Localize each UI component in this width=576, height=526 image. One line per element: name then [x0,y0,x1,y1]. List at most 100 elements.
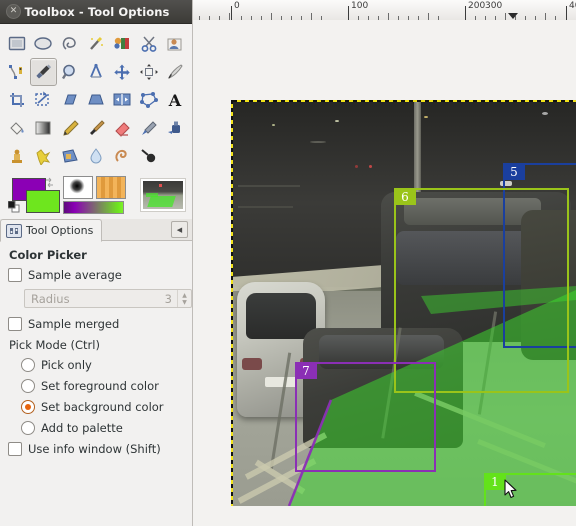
ink-tool[interactable] [162,58,188,86]
use-info-window-checkbox[interactable] [8,442,22,456]
ruler-position-marker [508,13,518,19]
text-tool[interactable]: A [162,86,188,114]
canvas-area: 0 100 200 300 4 5 6 7 1 [193,0,576,526]
toolbox-dock: ✕ Toolbox - Tool Options A Tool Options … [0,0,193,526]
free-select-tool[interactable] [57,30,83,58]
radius-label: Radius [31,291,70,306]
use-info-window-row[interactable]: Use info window (Shift) [8,442,184,456]
zoom-tool[interactable] [57,58,83,86]
sample-merged-label: Sample merged [28,317,120,331]
radius-value: 3 [164,291,172,306]
airbrush-tool[interactable] [135,114,161,142]
ruler-label-300: 300 [485,1,503,11]
pick-mode-option-set-background[interactable]: Set background color [21,400,184,414]
sample-average-row[interactable]: Sample average [8,268,184,282]
radio-pick-only-label: Pick only [41,358,92,372]
tab-tool-options[interactable]: Tool Options [0,219,103,242]
brush-indicator[interactable] [62,176,93,199]
pick-mode-label: Pick Mode (Ctrl) [9,338,100,352]
paths-tool[interactable] [4,58,30,86]
color-and-indicator-area [0,172,192,216]
sample-merged-checkbox[interactable] [8,317,22,331]
swap-colors-icon[interactable] [44,177,55,188]
color-picker-tool[interactable] [30,58,57,86]
ellipse-select-tool[interactable] [30,30,56,58]
radio-set-foreground-color-label: Set foreground color [41,379,159,393]
sample-average-checkbox[interactable] [8,268,22,282]
scissors-select-tool[interactable] [135,30,161,58]
reset-colors-icon[interactable] [8,201,20,213]
close-icon[interactable]: ✕ [6,4,21,19]
gradient-indicator[interactable] [62,201,124,214]
ruler-label-100: 100 [351,1,369,11]
radio-add-to-palette[interactable] [21,421,35,435]
tool-options-icon [6,223,22,238]
clone-tool[interactable] [4,142,30,170]
cage-transform-tool[interactable] [135,86,161,114]
foreground-background-colors[interactable] [8,177,60,213]
annotation-box-7[interactable]: 7 [295,362,436,472]
gradient-tool[interactable] [30,114,56,142]
tool-options-heading: Color Picker [9,248,87,262]
fuzzy-select-tool[interactable] [83,30,109,58]
sample-average-label: Sample average [28,268,122,282]
annotation-label-6: 6 [394,188,416,205]
smudge-tool[interactable] [109,142,135,170]
window-titlebar: ✕ Toolbox - Tool Options [0,0,192,24]
radius-stepper-arrows[interactable]: ▲ ▼ [177,290,191,307]
ruler-label-400: 400 [569,1,576,11]
radio-add-to-palette-label: Add to palette [41,421,123,435]
dodge-burn-tool[interactable] [135,142,161,170]
image-canvas[interactable]: 5 6 7 1 [231,100,576,506]
pick-mode-option-pick-only[interactable]: Pick only [21,358,184,372]
radius-spinner[interactable]: Radius 3 ▲ ▼ [24,289,192,308]
radio-set-foreground-color[interactable] [21,379,35,393]
flip-tool[interactable] [109,86,135,114]
shear-tool[interactable] [57,86,83,114]
rectangle-select-tool[interactable] [4,30,30,58]
perspective-clone-tool[interactable] [57,142,83,170]
sample-merged-row[interactable]: Sample merged [8,317,184,331]
pencil-tool[interactable] [57,114,83,142]
pick-mode-option-set-foreground[interactable]: Set foreground color [21,379,184,393]
collapse-left-icon[interactable]: ◀ [171,221,188,238]
alignment-tool[interactable] [135,58,161,86]
blur-sharpen-tool[interactable] [83,142,109,170]
pattern-indicator[interactable] [95,176,126,199]
crop-tool[interactable] [4,86,30,114]
bucket-fill-tool[interactable] [4,114,30,142]
tool-empty-slot [162,142,188,170]
ink-pen-tool[interactable] [162,114,188,142]
brush-pattern-gradient-indicators [62,176,126,214]
svg-text:A: A [168,91,182,109]
healing-tool[interactable] [30,142,56,170]
radio-set-background-color-label: Set background color [41,400,164,414]
unified-transform-tool[interactable] [30,86,56,114]
dock-tab-strip: Tool Options ◀ [0,219,192,242]
annotation-label-1: 1 [484,473,506,490]
select-by-color-tool[interactable] [109,30,135,58]
pick-mode-option-add-to-palette[interactable]: Add to palette [21,421,184,435]
eraser-tool[interactable] [109,114,135,142]
annotation-label-7: 7 [295,362,317,379]
radio-set-background-color[interactable] [21,400,35,414]
use-info-window-label: Use info window (Shift) [28,442,161,456]
active-image-thumbnail[interactable] [139,178,186,212]
horizontal-ruler[interactable]: 0 100 200 300 4 [193,0,576,21]
background-color-swatch[interactable] [26,190,60,213]
ruler-label-0: 0 [234,1,240,11]
foreground-select-tool[interactable] [162,30,188,58]
ruler-label-200: 200 [468,1,486,11]
paintbrush-tool[interactable] [83,114,109,142]
tool-options-panel: Color Picker Sample average Radius 3 ▲ ▼ … [0,241,192,456]
move-tool[interactable] [109,58,135,86]
arrow-cursor-icon [504,479,517,499]
gimp-window: ✕ Toolbox - Tool Options A Tool Options … [0,0,576,526]
surveillance-image: 5 6 7 1 [231,100,576,506]
annotation-label-5: 5 [503,163,525,180]
measure-tool[interactable] [83,58,109,86]
window-title: Toolbox - Tool Options [24,4,170,19]
radio-pick-only[interactable] [21,358,35,372]
perspective-tool[interactable] [83,86,109,114]
annotation-box-1[interactable]: 1 [484,473,576,506]
